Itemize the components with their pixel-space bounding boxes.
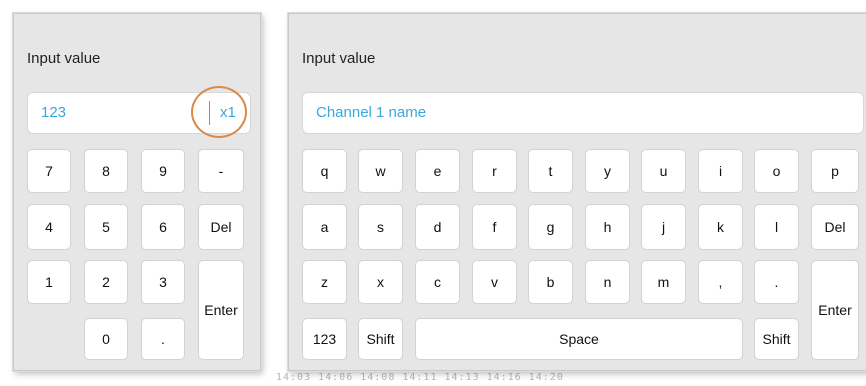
key-delete[interactable]: Del — [198, 204, 244, 250]
key-l[interactable]: l — [754, 204, 799, 250]
dialog-title: Input value — [27, 50, 101, 67]
key-w[interactable]: w — [358, 149, 403, 193]
key-4[interactable]: 4 — [27, 204, 71, 250]
key-7[interactable]: 7 — [27, 149, 71, 193]
key-x[interactable]: x — [358, 260, 403, 304]
key-comma[interactable]: , — [698, 260, 743, 304]
key-2[interactable]: 2 — [84, 260, 128, 304]
key-t[interactable]: t — [528, 149, 573, 193]
key-period[interactable]: . — [754, 260, 799, 304]
key-b[interactable]: b — [528, 260, 573, 304]
key-d[interactable]: d — [415, 204, 460, 250]
key-8[interactable]: 8 — [84, 149, 128, 193]
key-g[interactable]: g — [528, 204, 573, 250]
value-input[interactable]: 123 x1 — [27, 92, 251, 134]
key-9[interactable]: 9 — [141, 149, 185, 193]
value-text: 123 — [41, 104, 67, 121]
key-6[interactable]: 6 — [141, 204, 185, 250]
key-f[interactable]: f — [472, 204, 517, 250]
field-divider — [209, 101, 210, 125]
key-e[interactable]: e — [415, 149, 460, 193]
multiplier-button[interactable]: x1 — [220, 104, 236, 121]
key-v[interactable]: v — [472, 260, 517, 304]
key-shift-right[interactable]: Shift — [754, 318, 799, 360]
key-z[interactable]: z — [302, 260, 347, 304]
key-delete[interactable]: Del — [811, 204, 859, 250]
key-h[interactable]: h — [585, 204, 630, 250]
key-enter[interactable]: Enter — [198, 260, 244, 360]
key-s[interactable]: s — [358, 204, 403, 250]
key-dot[interactable]: . — [141, 318, 185, 360]
key-enter[interactable]: Enter — [811, 260, 859, 360]
key-u[interactable]: u — [641, 149, 686, 193]
key-m[interactable]: m — [641, 260, 686, 304]
key-mode-123[interactable]: 123 — [302, 318, 347, 360]
key-c[interactable]: c — [415, 260, 460, 304]
key-0[interactable]: 0 — [84, 318, 128, 360]
key-5[interactable]: 5 — [84, 204, 128, 250]
dialog-title: Input value — [302, 50, 376, 67]
key-space[interactable]: Space — [415, 318, 743, 360]
text-value: Channel 1 name — [316, 104, 427, 121]
background-chart-axis: 14:03 14:06 14:08 14:11 14:13 14:16 14:2… — [276, 372, 564, 383]
numeric-keypad-dialog: Input value 123 x1 7 8 9 - 4 5 6 Del 1 2… — [13, 13, 261, 371]
key-shift-left[interactable]: Shift — [358, 318, 403, 360]
key-n[interactable]: n — [585, 260, 630, 304]
key-i[interactable]: i — [698, 149, 743, 193]
key-j[interactable]: j — [641, 204, 686, 250]
key-3[interactable]: 3 — [141, 260, 185, 304]
key-r[interactable]: r — [472, 149, 517, 193]
key-1[interactable]: 1 — [27, 260, 71, 304]
key-y[interactable]: y — [585, 149, 630, 193]
key-minus[interactable]: - — [198, 149, 244, 193]
key-q[interactable]: q — [302, 149, 347, 193]
key-a[interactable]: a — [302, 204, 347, 250]
key-k[interactable]: k — [698, 204, 743, 250]
key-o[interactable]: o — [754, 149, 799, 193]
text-keyboard-dialog: Input value Channel 1 name q w e r t y u… — [288, 13, 866, 371]
text-input[interactable]: Channel 1 name — [302, 92, 864, 134]
key-p[interactable]: p — [811, 149, 859, 193]
